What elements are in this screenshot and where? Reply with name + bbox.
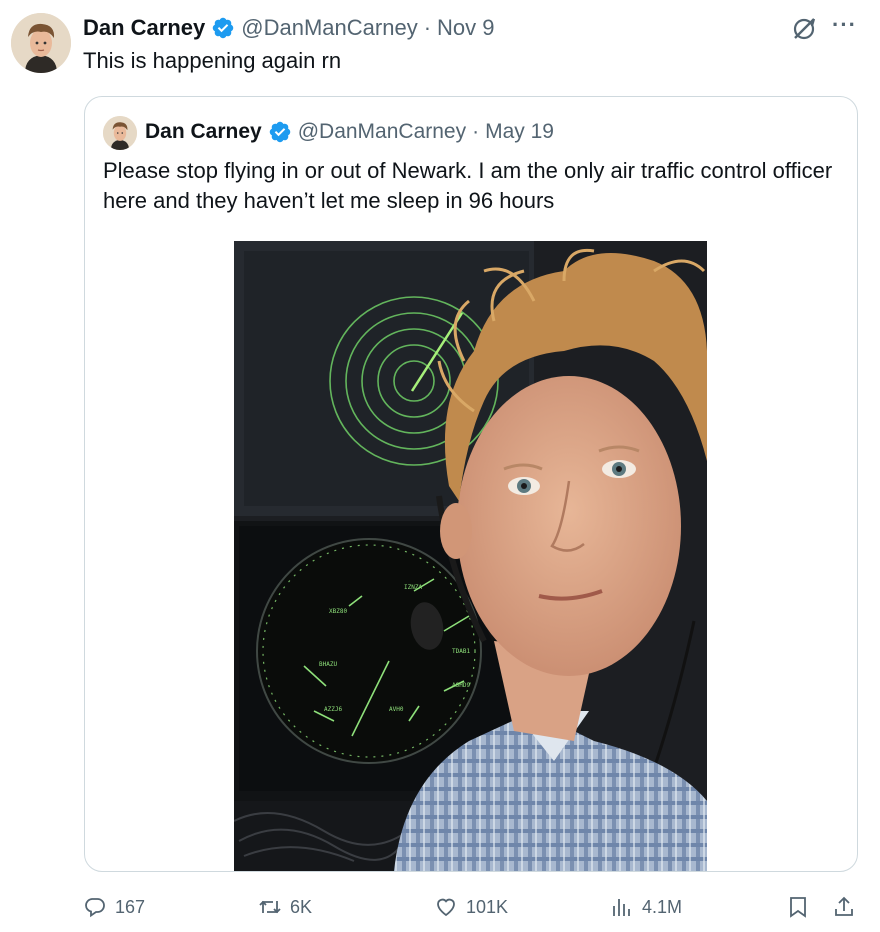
tweet-text: This is happening again rn <box>83 48 342 73</box>
more-options-icon[interactable]: ··· <box>832 14 858 40</box>
quoted-tweet-date[interactable]: May 19 <box>485 120 554 144</box>
tweet-date[interactable]: Nov 9 <box>437 15 494 41</box>
views-button[interactable]: 4.1M <box>610 894 682 920</box>
radar-label: TDAB1 <box>452 648 470 655</box>
heart-icon <box>437 898 455 917</box>
view-count: 4.1M <box>642 896 683 917</box>
reply-icon <box>85 898 105 918</box>
quoted-author-avatar[interactable] <box>103 116 137 150</box>
author-avatar[interactable] <box>11 13 71 73</box>
repost-button[interactable]: 6K <box>258 894 312 920</box>
grok-icon[interactable] <box>790 15 818 43</box>
radar-label: ASHD9 <box>452 682 470 689</box>
separator-dot: · <box>472 120 480 143</box>
radar-label: XBZ80 <box>329 608 347 615</box>
reply-button[interactable]: 167 <box>83 894 145 920</box>
radar-label: IZNZA <box>404 584 422 591</box>
radar-label: AVH0 <box>389 706 404 713</box>
quoted-tweet-header: Dan Carney @DanManCarney · May 19 <box>145 118 554 146</box>
separator-dot: · <box>423 15 432 40</box>
repost-icon <box>259 900 281 914</box>
repost-count: 6K <box>290 896 313 917</box>
bookmark-icon <box>790 897 806 918</box>
verified-badge-icon[interactable] <box>268 120 292 144</box>
author-handle[interactable]: @DanManCarney <box>241 15 417 41</box>
like-count: 101K <box>466 896 509 917</box>
tweet-header: Dan Carney @DanManCarney · Nov 9 <box>83 14 495 42</box>
quoted-author-handle[interactable]: @DanManCarney <box>298 120 466 144</box>
quoted-tweet-text: Please stop flying in or out of Newark. … <box>103 158 833 213</box>
radar-label: AZZJ6 <box>324 706 342 713</box>
reply-count: 167 <box>115 896 146 917</box>
tweet-photo[interactable]: XBZ80 IZNZA BHAZU TDAB1 AVH0 ASHD9 AZZJ6 <box>234 241 707 871</box>
author-name[interactable]: Dan Carney <box>83 15 205 41</box>
quoted-author-name[interactable]: Dan Carney <box>145 120 262 144</box>
verified-badge-icon[interactable] <box>211 16 235 40</box>
share-icon <box>835 896 853 916</box>
tweet-action-bar: 167 6K 101K 4.1M <box>0 890 880 924</box>
share-button[interactable] <box>832 894 856 920</box>
bookmark-button[interactable] <box>786 894 810 920</box>
analytics-icon <box>613 899 630 916</box>
radar-label: BHAZU <box>319 661 337 668</box>
like-button[interactable]: 101K <box>434 894 508 920</box>
